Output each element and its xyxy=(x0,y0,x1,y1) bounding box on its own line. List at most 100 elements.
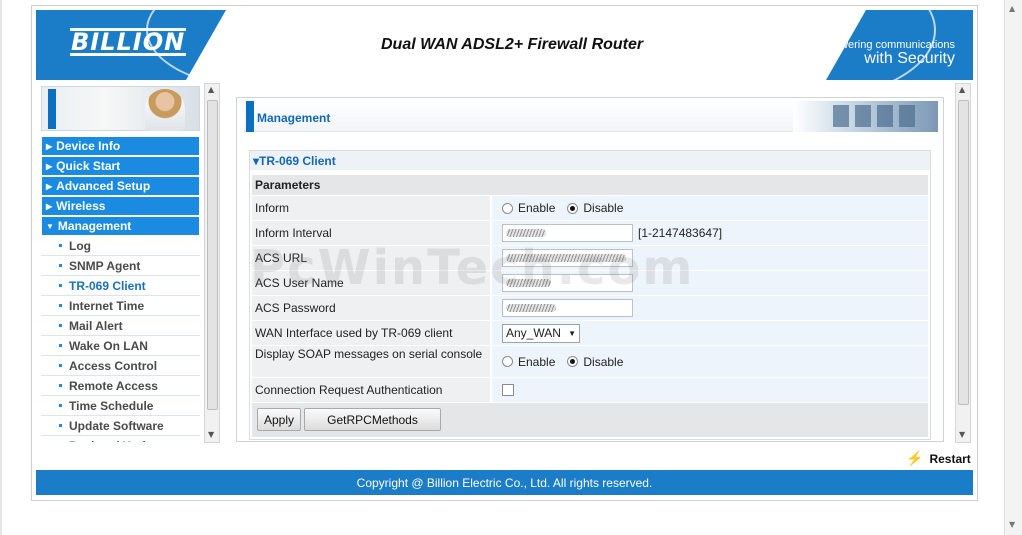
browser-edge xyxy=(0,0,2,535)
scroll-up-icon[interactable]: ▲ xyxy=(1009,4,1015,13)
conn-auth-value xyxy=(492,378,928,403)
photo-window xyxy=(855,105,871,127)
bullet-icon xyxy=(59,284,62,287)
section-title[interactable]: ▾TR-069 Client xyxy=(250,151,930,171)
redacted-value xyxy=(506,254,626,262)
apply-button[interactable]: Apply xyxy=(257,408,301,431)
soap-enable-label: Enable xyxy=(518,354,556,369)
inform-enable-label: Enable xyxy=(518,201,556,215)
acs-url-label: ACS URL xyxy=(252,246,490,271)
inform-interval-input[interactable] xyxy=(502,224,633,242)
sidebar-item-label: Remote Access xyxy=(69,378,158,393)
row-conn-auth: Connection Request Authentication xyxy=(252,378,928,403)
sidebar-banner-person xyxy=(145,89,185,131)
sidebar-item-wireless[interactable]: ▶ Wireless xyxy=(41,196,200,216)
soap-value: Enable Disable xyxy=(492,346,928,378)
billion-logo: BILLION xyxy=(70,28,187,56)
bullet-icon xyxy=(59,404,62,407)
page-header-bar xyxy=(246,101,254,132)
sidebar-banner-bar xyxy=(48,89,56,129)
acs-url-input[interactable] xyxy=(502,249,633,267)
redacted-value xyxy=(506,229,546,237)
sidebar-scrollbar[interactable]: ▲ ▼ xyxy=(204,83,220,443)
scroll-down-icon[interactable]: ▼ xyxy=(1009,520,1015,529)
decor-dot xyxy=(276,18,283,25)
scroll-down-icon[interactable]: ▼ xyxy=(959,430,965,439)
get-rpc-methods-button[interactable]: GetRPCMethods xyxy=(304,408,441,431)
scroll-thumb[interactable] xyxy=(958,100,969,405)
sidebar-item-label: Mail Alert xyxy=(69,318,123,333)
photo-window xyxy=(833,105,849,127)
restart-link[interactable]: ⚡ Restart xyxy=(906,450,971,467)
sidebar-item-advanced-setup[interactable]: ▶ Advanced Setup xyxy=(41,176,200,196)
sidebar-item-label: SNMP Agent xyxy=(69,258,141,273)
chevron-down-icon[interactable]: ▼ xyxy=(568,329,576,338)
button-bar: Apply GetRPCMethods xyxy=(252,403,928,437)
inform-disable-radio[interactable] xyxy=(567,202,579,214)
row-inform: Inform Enable Disable xyxy=(252,196,928,221)
bullet-icon xyxy=(59,324,62,327)
scroll-down-icon[interactable]: ▼ xyxy=(208,430,214,439)
inform-disable-label: Disable xyxy=(583,201,624,215)
scroll-up-icon[interactable]: ▲ xyxy=(208,85,214,94)
product-title: Dual WAN ADSL2+ Firewall Router xyxy=(381,36,644,53)
redacted-value xyxy=(506,304,556,312)
decor-dot xyxy=(739,56,746,63)
scroll-up-icon[interactable]: ▲ xyxy=(959,85,965,94)
restart-label: Restart xyxy=(929,451,971,466)
soap-disable-label: Disable xyxy=(583,354,624,369)
acs-user-value xyxy=(492,271,928,296)
wan-interface-selected: Any_WAN xyxy=(506,326,561,340)
acs-url-value xyxy=(492,246,928,271)
sidebar-item-snmp-agent[interactable]: SNMP Agent xyxy=(41,256,200,276)
sidebar-item-update-software[interactable]: Update Software xyxy=(41,416,200,436)
triangle-down-icon: ▼ xyxy=(46,221,54,231)
sidebar-item-access-control[interactable]: Access Control xyxy=(41,356,200,376)
acs-password-label: ACS Password xyxy=(252,296,490,321)
soap-label: Display SOAP messages on serial console xyxy=(252,346,490,378)
sidebar-item-remote-access[interactable]: Remote Access xyxy=(41,376,200,396)
sidebar-item-tr-069-client[interactable]: TR-069 Client xyxy=(41,276,200,296)
page-header: Management xyxy=(244,101,938,132)
section-title-text: TR-069 Client xyxy=(259,154,336,168)
triangle-right-icon: ▶ xyxy=(46,181,53,191)
sidebar-item-internet-time[interactable]: Internet Time xyxy=(41,296,200,316)
sidebar-banner-image xyxy=(41,86,200,131)
conn-auth-label: Connection Request Authentication xyxy=(252,378,490,403)
sidebar-item-backup-update[interactable]: Backup / Update xyxy=(41,436,200,442)
sidebar-item-quick-start[interactable]: ▶ Quick Start xyxy=(41,156,200,176)
sidebar-item-label: Wake On LAN xyxy=(69,338,148,353)
sidebar-item-label: Update Software xyxy=(69,418,164,433)
sidebar-item-log[interactable]: Log xyxy=(41,236,200,256)
sidebar-item-wake-on-lan[interactable]: Wake On LAN xyxy=(41,336,200,356)
inform-enable-radio[interactable] xyxy=(502,202,513,214)
acs-password-input[interactable] xyxy=(502,299,633,317)
sidebar-item-label: Backup / Update xyxy=(69,439,163,443)
sidebar-item-mail-alert[interactable]: Mail Alert xyxy=(41,316,200,336)
sidebar-item-label: Management xyxy=(57,219,132,233)
acs-user-input[interactable] xyxy=(502,274,633,292)
header-banner: BILLION Dual WAN ADSL2+ Firewall Router … xyxy=(36,10,973,80)
sidebar-item-label: Time Schedule xyxy=(69,398,154,413)
content-scrollbar[interactable]: ▲ ▼ xyxy=(955,83,971,443)
wan-interface-select[interactable]: Any_WAN ▼ xyxy=(502,323,580,343)
row-soap: Display SOAP messages on serial console … xyxy=(252,346,928,378)
row-acs-password: ACS Password xyxy=(252,296,928,321)
bullet-icon xyxy=(59,304,62,307)
slogan-line2: with Security xyxy=(864,50,955,67)
sidebar-item-label: Device Info xyxy=(56,139,121,153)
sidebar-item-management[interactable]: ▼ Management xyxy=(41,216,200,236)
scroll-thumb[interactable] xyxy=(207,100,218,410)
bullet-icon xyxy=(59,344,62,347)
page-title: Management xyxy=(257,111,331,125)
soap-disable-radio[interactable] xyxy=(567,356,579,367)
restart-icon[interactable]: ⚡ xyxy=(906,450,923,467)
sidebar-item-time-schedule[interactable]: Time Schedule xyxy=(41,396,200,416)
sidebar-item-label: Wireless xyxy=(56,199,106,213)
page-scrollbar[interactable]: ▲ ▼ xyxy=(1004,0,1022,535)
row-acs-url: ACS URL xyxy=(252,246,928,271)
sidebar-item-device-info[interactable]: ▶ Device Info xyxy=(41,136,200,156)
triangle-right-icon: ▶ xyxy=(46,141,53,151)
conn-auth-checkbox[interactable] xyxy=(502,384,514,396)
soap-enable-radio[interactable] xyxy=(502,356,513,367)
